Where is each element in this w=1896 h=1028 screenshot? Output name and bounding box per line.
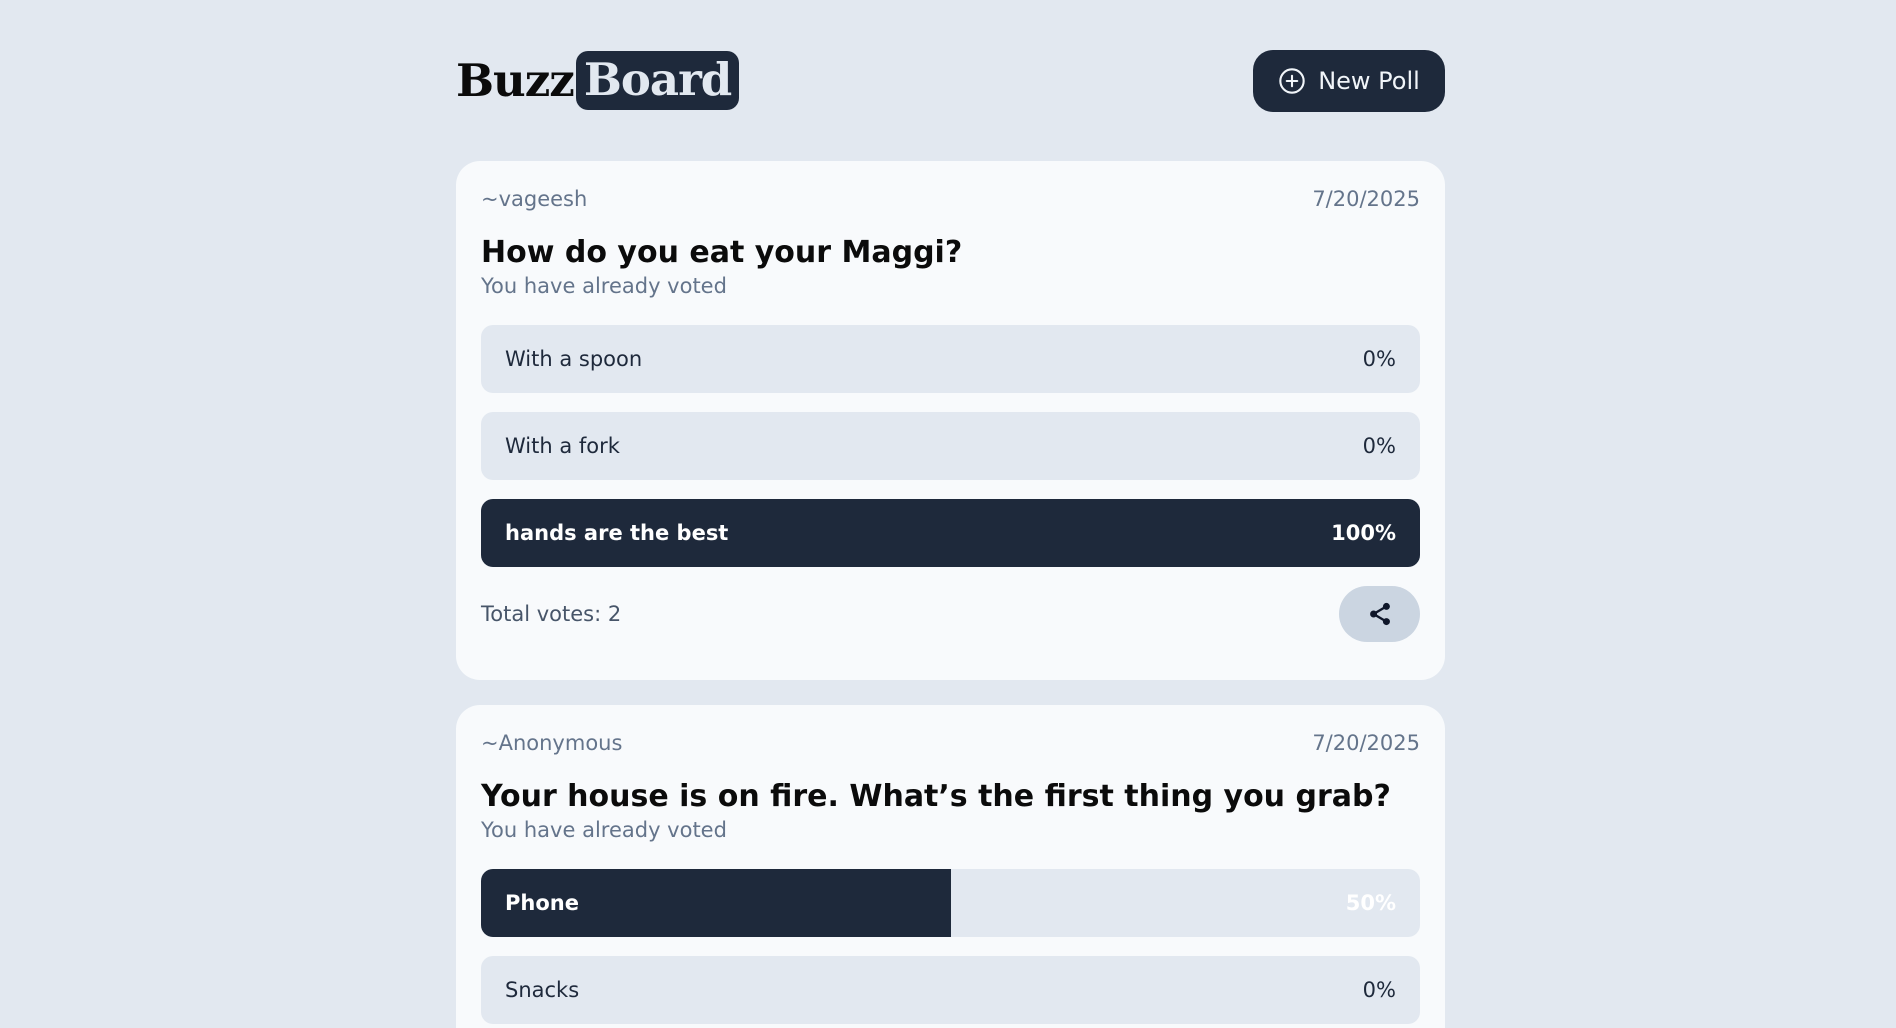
option-label: Phone xyxy=(505,891,579,915)
option-label: hands are the best xyxy=(505,521,729,545)
poll-option[interactable]: With a spoon 0% xyxy=(481,325,1420,393)
poll-option[interactable]: Phone 50% xyxy=(481,869,1420,937)
poll-date: 7/20/2025 xyxy=(1312,731,1420,755)
poll-option[interactable]: With a fork 0% xyxy=(481,412,1420,480)
poll-meta: ~vageesh 7/20/2025 xyxy=(481,187,1420,215)
poll-footer: Total votes: 2 xyxy=(481,586,1420,642)
option-label: With a spoon xyxy=(505,347,643,371)
vote-status: You have already voted xyxy=(481,818,727,842)
option-percent: 0% xyxy=(1362,347,1396,371)
logo[interactable]: Buzz Board xyxy=(456,44,740,117)
poll-card: ~vageesh 7/20/2025 How do you eat your M… xyxy=(456,161,1445,680)
option-percent: 0% xyxy=(1362,978,1396,1002)
logo-buzz: Buzz xyxy=(456,54,575,107)
header: Buzz Board New Poll xyxy=(456,44,1445,117)
option-percent: 50% xyxy=(1345,891,1396,915)
poll-author: ~vageesh xyxy=(481,187,588,211)
vote-status: You have already voted xyxy=(481,274,727,298)
poll-meta: ~Anonymous 7/20/2025 xyxy=(481,731,1420,759)
option-label: Snacks xyxy=(505,978,580,1002)
poll-option[interactable]: Snacks 0% xyxy=(481,956,1420,1024)
poll-options: Phone 50% Snacks 0% xyxy=(481,869,1420,1024)
poll-question: How do you eat your Maggi? xyxy=(481,235,963,270)
new-poll-button[interactable]: New Poll xyxy=(1253,50,1445,112)
poll-card: ~Anonymous 7/20/2025 Your house is on fi… xyxy=(456,705,1445,1028)
plus-circle-icon xyxy=(1279,68,1305,94)
logo-board: Board xyxy=(575,51,740,110)
option-percent: 100% xyxy=(1331,521,1396,545)
poll-options: With a spoon 0% With a fork 0% hands are… xyxy=(481,325,1420,567)
share-icon xyxy=(1369,602,1390,626)
share-button[interactable] xyxy=(1339,586,1420,642)
total-votes: Total votes: 2 xyxy=(481,602,622,626)
new-poll-label: New Poll xyxy=(1318,67,1420,95)
poll-option[interactable]: hands are the best 100% xyxy=(481,499,1420,567)
poll-question: Your house is on fire. What’s the first … xyxy=(481,779,1391,814)
poll-date: 7/20/2025 xyxy=(1312,187,1420,211)
option-label: With a fork xyxy=(505,434,620,458)
poll-author: ~Anonymous xyxy=(481,731,623,755)
option-percent: 0% xyxy=(1362,434,1396,458)
